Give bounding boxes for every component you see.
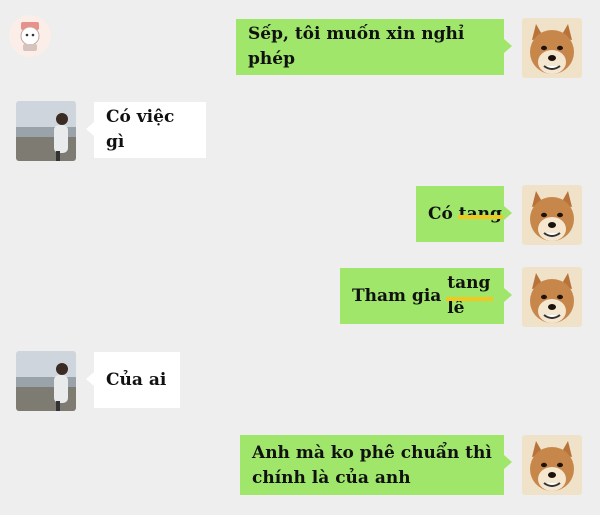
shiba-dog-avatar-icon[interactable] [522,185,582,245]
message-text-2: Có việc gì [106,107,175,152]
message-text-5: Của ai [106,369,167,390]
message-text-1: Sếp, tôi muốn xin nghỉ phép [248,24,465,69]
struck-word-tang: tang [457,202,504,227]
man-lakeside-avatar-icon[interactable] [16,351,76,411]
message-text-6-line-1: Anh mà ko phê chuẩn thì [252,443,492,463]
cartoon-character-logo-icon [8,14,52,58]
message-bubble-6: Anh mà ko phê chuẩn thì chính là của anh [240,435,512,495]
shiba-dog-avatar-icon[interactable] [522,18,582,78]
struck-words-tang-le: tang lễ [446,271,493,321]
message-text-4a: Tham gia [352,285,448,306]
shiba-dog-avatar-icon[interactable] [522,267,582,327]
man-lakeside-avatar-icon[interactable] [16,101,76,161]
message-text-3a: Có [428,203,459,224]
message-bubble-5: Của ai [86,352,180,408]
message-bubble-2: Có việc gì [86,102,206,158]
message-bubble-4: Tham gia tang lễ [340,268,512,324]
shiba-dog-avatar-icon[interactable] [522,435,582,495]
message-bubble-1: Sếp, tôi muốn xin nghỉ phép [236,19,512,75]
message-text-6-line-2: chính là của anh [252,468,411,488]
message-bubble-3: Có tang [416,186,512,242]
